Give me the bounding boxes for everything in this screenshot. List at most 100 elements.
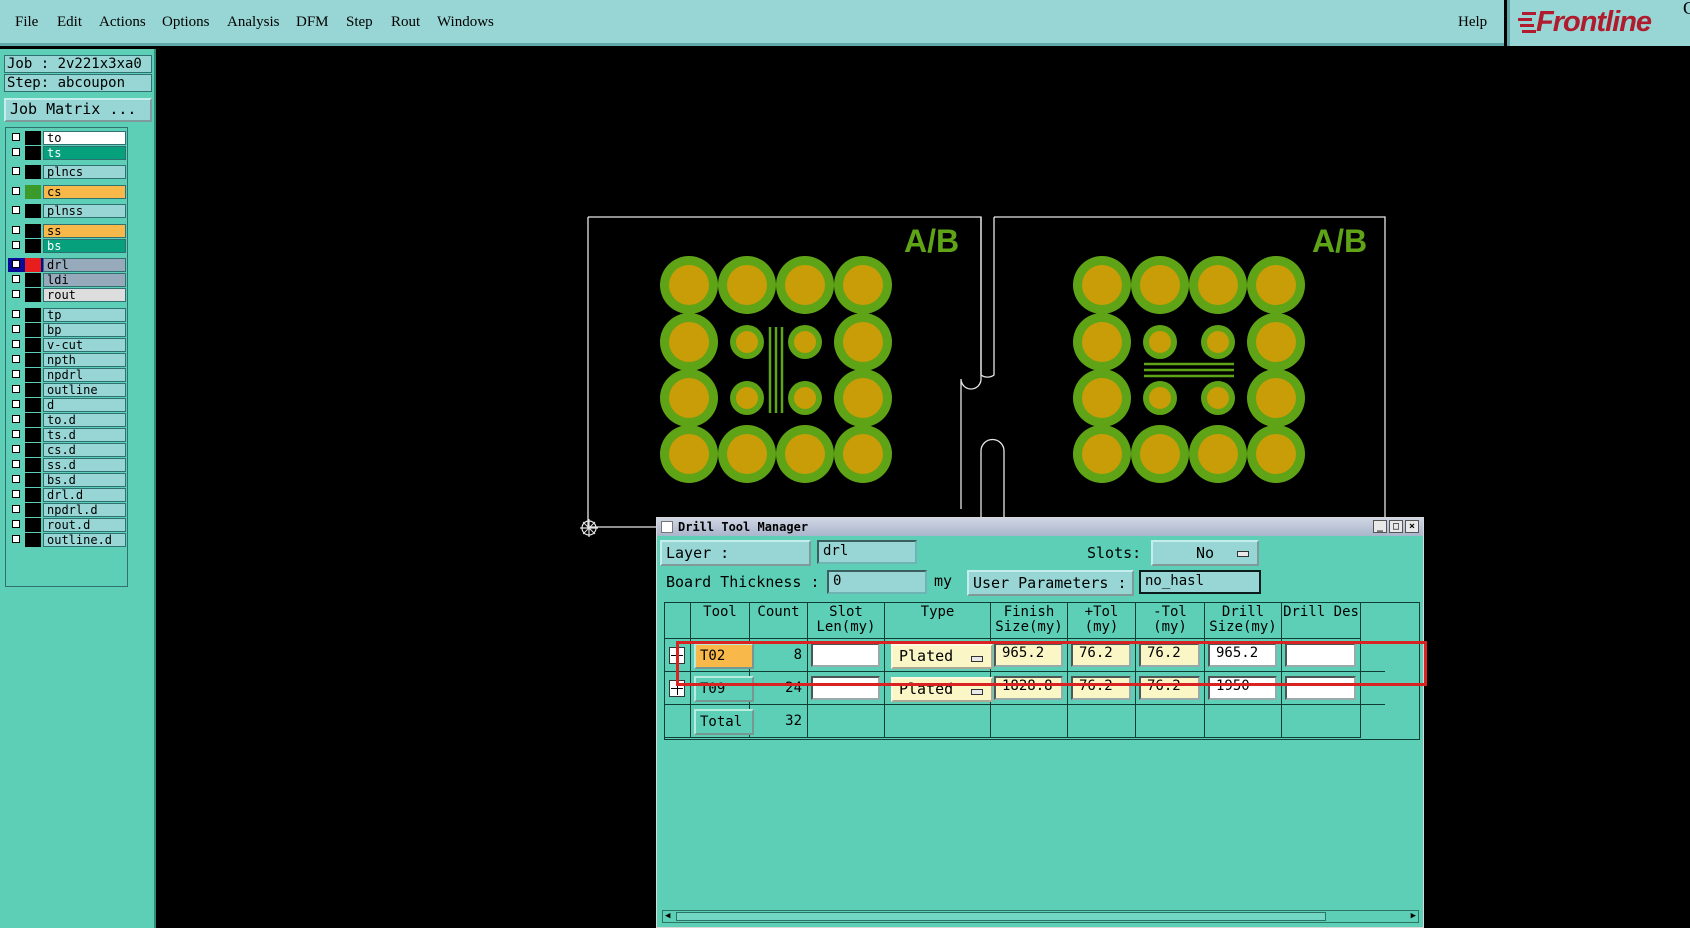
layer-checkbox[interactable] bbox=[12, 133, 20, 141]
menu-actions[interactable]: Actions bbox=[99, 14, 146, 31]
layer-name[interactable]: drl.d bbox=[43, 488, 126, 502]
menu-step[interactable]: Step bbox=[346, 14, 373, 31]
total-button[interactable]: Total bbox=[694, 709, 754, 735]
layer-row-tp[interactable]: tp bbox=[8, 308, 126, 322]
layer-checkbox[interactable] bbox=[12, 310, 20, 318]
layer-checkbox[interactable] bbox=[12, 340, 20, 348]
layer-checkbox[interactable] bbox=[12, 241, 20, 249]
layer-name[interactable]: ss bbox=[43, 224, 126, 238]
menu-windows[interactable]: Windows bbox=[437, 14, 494, 31]
layer-row-to-d[interactable]: to.d bbox=[8, 413, 126, 427]
layer-color-swatch[interactable] bbox=[25, 338, 41, 352]
layer-row-ss[interactable]: ss bbox=[8, 224, 126, 238]
layer-row-v-cut[interactable]: v-cut bbox=[8, 338, 126, 352]
layer-row-ts-d[interactable]: ts.d bbox=[8, 428, 126, 442]
layer-row-npth[interactable]: npth bbox=[8, 353, 126, 367]
layer-checkbox[interactable] bbox=[12, 430, 20, 438]
layer-row-cs[interactable]: cs bbox=[8, 185, 126, 199]
layer-row-outline[interactable]: outline bbox=[8, 383, 126, 397]
layer-checkbox[interactable] bbox=[12, 187, 20, 195]
layer-row-npdrl-d[interactable]: npdrl.d bbox=[8, 503, 126, 517]
close-icon[interactable]: × bbox=[1405, 520, 1419, 533]
layer-color-swatch[interactable] bbox=[25, 204, 41, 218]
layer-color-swatch[interactable] bbox=[25, 488, 41, 502]
scroll-right-icon[interactable]: ▶ bbox=[1411, 912, 1416, 921]
layer-row-d[interactable]: d bbox=[8, 398, 126, 412]
layer-color-swatch[interactable] bbox=[25, 258, 41, 272]
layer-color-swatch[interactable] bbox=[25, 185, 41, 199]
layer-color-swatch[interactable] bbox=[25, 239, 41, 253]
layer-checkbox[interactable] bbox=[12, 385, 20, 393]
layer-name[interactable]: to bbox=[43, 131, 126, 145]
layer-color-swatch[interactable] bbox=[25, 323, 41, 337]
menu-edit[interactable]: Edit bbox=[57, 14, 82, 31]
layer-name[interactable]: bs.d bbox=[43, 473, 126, 487]
layer-checkbox[interactable] bbox=[12, 400, 20, 408]
layer-name[interactable]: ss.d bbox=[43, 458, 126, 472]
user-parameters-button[interactable]: User Parameters : bbox=[967, 570, 1134, 596]
layer-checkbox[interactable] bbox=[12, 490, 20, 498]
layer-name[interactable]: bp bbox=[43, 323, 126, 337]
layer-name[interactable]: outline bbox=[43, 383, 126, 397]
layer-color-swatch[interactable] bbox=[25, 503, 41, 517]
layer-checkbox[interactable] bbox=[12, 290, 20, 298]
layer-color-swatch[interactable] bbox=[25, 165, 41, 179]
layer-color-swatch[interactable] bbox=[25, 383, 41, 397]
layer-name[interactable]: drl bbox=[43, 258, 126, 272]
menu-file[interactable]: File bbox=[15, 14, 38, 31]
layer-name[interactable]: ts bbox=[43, 146, 126, 160]
layer-name[interactable]: npdrl bbox=[43, 368, 126, 382]
layer-checkbox[interactable] bbox=[12, 460, 20, 468]
layer-name[interactable]: to.d bbox=[43, 413, 126, 427]
layer-color-swatch[interactable] bbox=[25, 458, 41, 472]
layer-name[interactable]: d bbox=[43, 398, 126, 412]
layer-name[interactable]: npdrl.d bbox=[43, 503, 126, 517]
layer-checkbox[interactable] bbox=[12, 535, 20, 543]
layer-name[interactable]: ldi bbox=[43, 273, 126, 287]
layer-name[interactable]: plncs bbox=[43, 165, 126, 179]
layer-row-outline-d[interactable]: outline.d bbox=[8, 533, 126, 547]
layer-row-rout[interactable]: rout bbox=[8, 288, 126, 302]
layer-color-swatch[interactable] bbox=[25, 428, 41, 442]
layer-row-drl[interactable]: drl bbox=[8, 258, 126, 272]
scroll-left-icon[interactable]: ◀ bbox=[665, 912, 670, 921]
layer-checkbox[interactable] bbox=[12, 520, 20, 528]
layer-checkbox[interactable] bbox=[12, 370, 20, 378]
layer-color-swatch[interactable] bbox=[25, 288, 41, 302]
menu-help[interactable]: Help bbox=[1458, 14, 1487, 31]
layer-name[interactable]: tp bbox=[43, 308, 126, 322]
layer-color-swatch[interactable] bbox=[25, 533, 41, 547]
layer-name[interactable]: npth bbox=[43, 353, 126, 367]
layer-row-drl-d[interactable]: drl.d bbox=[8, 488, 126, 502]
layer-row-plncs[interactable]: plncs bbox=[8, 165, 126, 179]
layer-name[interactable]: cs.d bbox=[43, 443, 126, 457]
menu-analysis[interactable]: Analysis bbox=[227, 14, 280, 31]
layer-row-npdrl[interactable]: npdrl bbox=[8, 368, 126, 382]
menu-dfm[interactable]: DFM bbox=[296, 14, 329, 31]
slots-select[interactable]: No bbox=[1151, 540, 1259, 566]
layer-name[interactable]: cs bbox=[43, 185, 126, 199]
layer-row-bs-d[interactable]: bs.d bbox=[8, 473, 126, 487]
dialog-titlebar[interactable]: Drill Tool Manager _ □ × bbox=[657, 518, 1423, 536]
board-thickness-field[interactable]: 0 bbox=[827, 570, 927, 594]
layer-color-swatch[interactable] bbox=[25, 413, 41, 427]
layer-color-swatch[interactable] bbox=[25, 518, 41, 532]
layer-name[interactable]: ts.d bbox=[43, 428, 126, 442]
user-parameters-field[interactable]: no_hasl bbox=[1139, 570, 1261, 594]
layer-row-bp[interactable]: bp bbox=[8, 323, 126, 337]
layer-checkbox[interactable] bbox=[12, 226, 20, 234]
layer-color-swatch[interactable] bbox=[25, 353, 41, 367]
layer-checkbox[interactable] bbox=[12, 167, 20, 175]
minimize-icon[interactable]: _ bbox=[1373, 520, 1387, 533]
layer-row-cs-d[interactable]: cs.d bbox=[8, 443, 126, 457]
layer-checkbox[interactable] bbox=[12, 445, 20, 453]
layer-color-swatch[interactable] bbox=[25, 146, 41, 160]
layer-color-swatch[interactable] bbox=[25, 443, 41, 457]
horizontal-scrollbar[interactable]: ◀ ▶ bbox=[662, 910, 1419, 923]
layer-name[interactable]: v-cut bbox=[43, 338, 126, 352]
maximize-icon[interactable]: □ bbox=[1389, 520, 1403, 533]
menu-options[interactable]: Options bbox=[162, 14, 210, 31]
layer-row-ss-d[interactable]: ss.d bbox=[8, 458, 126, 472]
layer-checkbox[interactable] bbox=[12, 206, 20, 214]
layer-checkbox[interactable] bbox=[12, 275, 20, 283]
